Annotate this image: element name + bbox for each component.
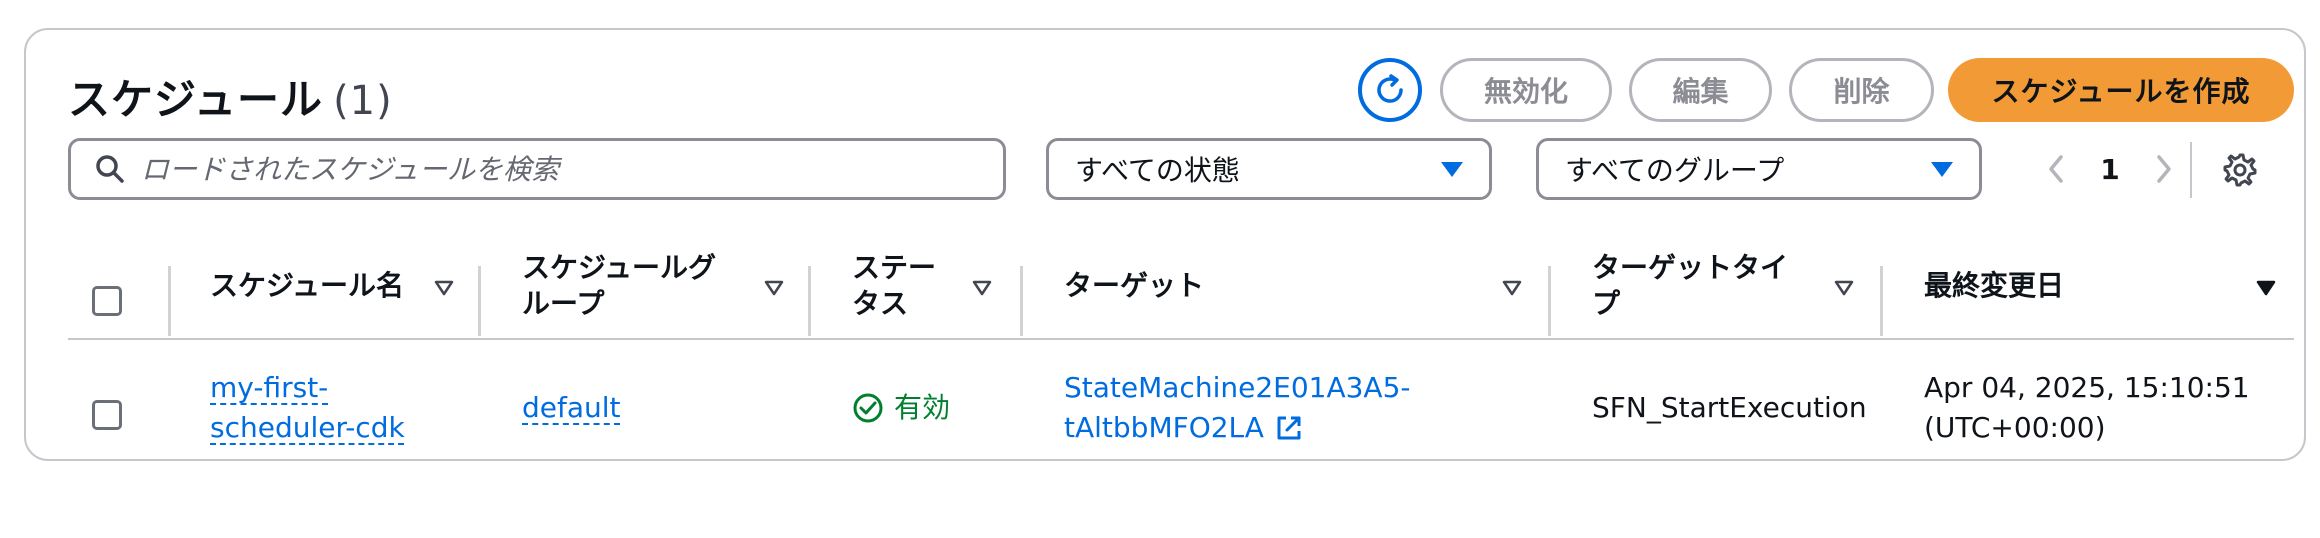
- table-header: スケジュール名 スケジュールグ ループ ステー タス ターゲット ターゲットタイ…: [68, 236, 2294, 340]
- last-modified: Apr 04, 2025, 15:10:51 (UTC+00:00): [1924, 371, 2250, 444]
- current-page[interactable]: 1: [2076, 153, 2144, 186]
- group-select-value: すべてのグループ: [1565, 154, 1785, 187]
- search-input[interactable]: [141, 152, 961, 186]
- column-divider: [478, 266, 481, 336]
- target-link[interactable]: StateMachine2E01A3A5- tAltbbMFO2LA: [1064, 368, 1411, 448]
- chevron-left-icon: [2049, 155, 2063, 183]
- sort-icon[interactable]: [972, 280, 992, 296]
- column-header-target-type[interactable]: ターゲットタイ プ: [1592, 236, 1788, 336]
- sort-icon[interactable]: [1834, 280, 1854, 296]
- schedule-group-link[interactable]: default: [522, 388, 621, 428]
- column-header-status[interactable]: ステー タス: [852, 236, 936, 336]
- prev-page-button[interactable]: [2036, 149, 2076, 189]
- column-divider: [168, 266, 171, 336]
- sort-icon[interactable]: [764, 280, 784, 296]
- search-box: [68, 138, 1006, 200]
- pager-divider: [2190, 142, 2192, 198]
- refresh-button[interactable]: [1358, 58, 1422, 122]
- refresh-icon: [1377, 74, 1403, 103]
- column-header-target[interactable]: ターゲット: [1064, 236, 1204, 336]
- table-row: my-first- scheduler-cdk default 有効 State…: [68, 342, 2294, 492]
- target-type: SFN_StartExecution: [1592, 391, 1867, 424]
- schedule-count: (1): [333, 78, 393, 124]
- row-checkbox[interactable]: [92, 400, 122, 430]
- state-select-value: すべての状態: [1075, 154, 1240, 187]
- column-divider: [808, 266, 811, 336]
- column-header-last-modified[interactable]: 最終変更日: [1924, 236, 2064, 336]
- schedules-panel: スケジュール(1) 無効化 編集 削除 スケジュールを作成 すべての状態 すべて…: [24, 28, 2306, 461]
- column-divider: [1020, 266, 1023, 336]
- sort-icon[interactable]: [2256, 280, 2276, 296]
- create-schedule-button[interactable]: スケジュールを作成: [1948, 58, 2294, 122]
- sort-icon[interactable]: [434, 280, 454, 296]
- column-header-group[interactable]: スケジュールグ ループ: [522, 236, 716, 336]
- disable-button[interactable]: 無効化: [1440, 58, 1612, 122]
- column-divider: [1548, 266, 1551, 336]
- state-select[interactable]: すべての状態: [1046, 138, 1492, 200]
- caret-down-icon: [1441, 161, 1463, 177]
- group-select[interactable]: すべてのグループ: [1536, 138, 1982, 200]
- page-title: スケジュール (1): [68, 66, 393, 127]
- column-header-name[interactable]: スケジュール名: [210, 236, 404, 336]
- check-circle-icon: [853, 393, 883, 423]
- delete-button[interactable]: 削除: [1789, 58, 1934, 122]
- status-badge: 有効: [852, 388, 950, 428]
- caret-down-icon: [1931, 161, 1953, 177]
- select-all-checkbox[interactable]: [92, 286, 122, 316]
- external-link-icon: [1277, 416, 1301, 440]
- gear-icon[interactable]: [2222, 152, 2258, 188]
- title-text: スケジュール: [68, 75, 324, 124]
- search-icon: [96, 155, 124, 183]
- next-page-button[interactable]: [2144, 149, 2184, 189]
- schedule-name-link[interactable]: my-first- scheduler-cdk: [210, 368, 405, 448]
- pagination: 1: [2036, 138, 2184, 200]
- edit-button[interactable]: 編集: [1629, 58, 1772, 122]
- column-divider: [1880, 266, 1883, 336]
- sort-icon[interactable]: [1502, 280, 1522, 296]
- chevron-right-icon: [2157, 155, 2171, 183]
